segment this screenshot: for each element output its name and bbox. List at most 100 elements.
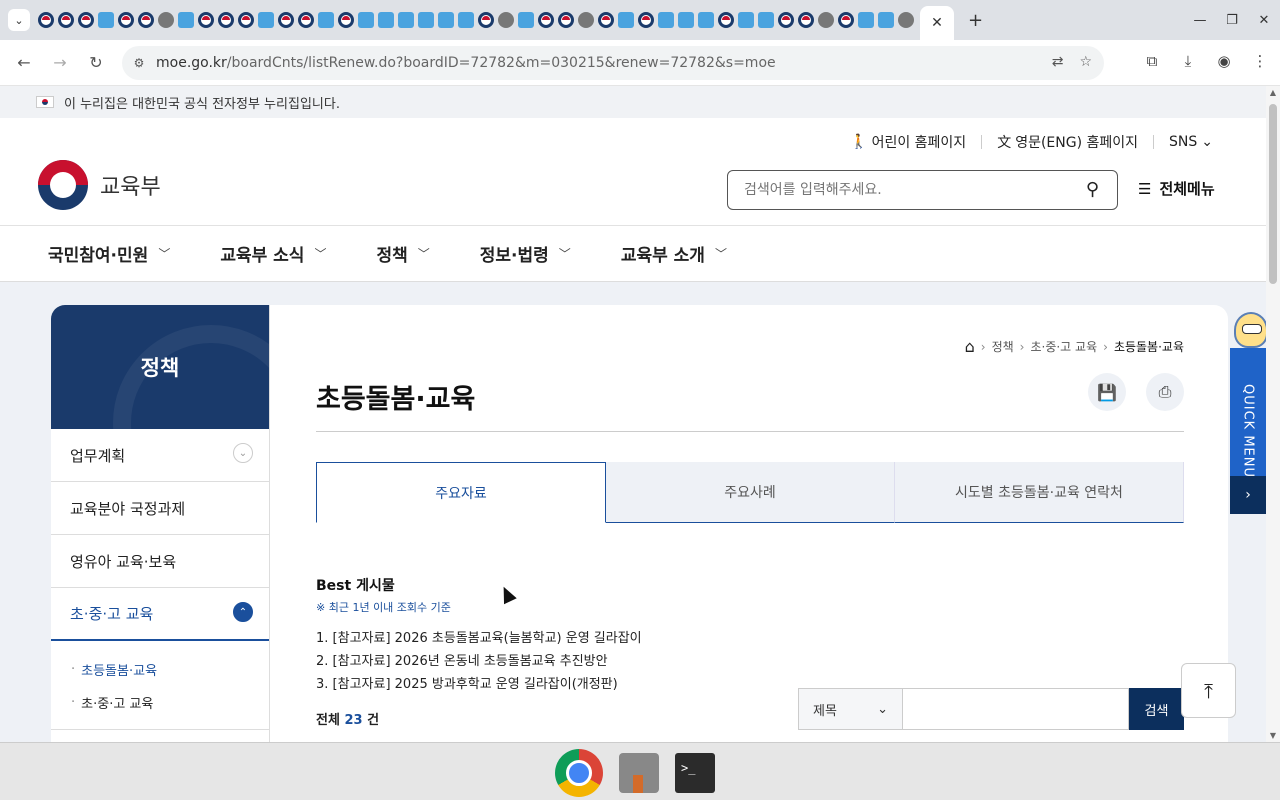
tab-favicon[interactable]: [238, 12, 254, 28]
page-scrollbar[interactable]: ▲ ▼: [1266, 86, 1280, 742]
tab-favicon[interactable]: [698, 12, 714, 28]
search-field-select[interactable]: 제목 ⌄: [798, 688, 903, 730]
tab-favicon[interactable]: [498, 12, 514, 28]
tab-favicon[interactable]: [118, 12, 134, 28]
tab-favicon[interactable]: [638, 12, 654, 28]
tab-favicon[interactable]: [218, 12, 234, 28]
gnb-item-policy[interactable]: 정책 ﹀: [376, 241, 429, 266]
close-window-icon[interactable]: ✕: [1248, 13, 1280, 28]
bookmark-star-icon[interactable]: ☆: [1079, 54, 1092, 70]
active-tab[interactable]: ✕: [920, 6, 954, 40]
best-post-link[interactable]: 1. [참고자료] 2026 초등돌봄교육(늘봄학교) 운영 길라잡이: [316, 625, 642, 648]
gnb-item-news[interactable]: 교육부 소식 ﹀: [220, 241, 326, 266]
restore-icon[interactable]: ❐: [1216, 13, 1248, 28]
terminal-icon[interactable]: >_: [675, 753, 715, 793]
tab-favicon[interactable]: [838, 12, 854, 28]
side-nav-item-k12[interactable]: 초·중·고 교육 ⌃: [51, 588, 269, 641]
tab-favicon[interactable]: [738, 12, 754, 28]
tab-favicon[interactable]: [58, 12, 74, 28]
all-menu-button[interactable]: ☰ 전체메뉴: [1138, 178, 1215, 199]
profile-icon[interactable]: ◉: [1214, 52, 1234, 70]
download-icon[interactable]: ⤓: [1178, 52, 1198, 70]
side-nav-sub-care[interactable]: 초등돌봄·교육: [71, 653, 269, 686]
tab-favicon[interactable]: [678, 12, 694, 28]
tab-favicon[interactable]: [438, 12, 454, 28]
tab-favicon[interactable]: [198, 12, 214, 28]
tool-app-icon[interactable]: [619, 753, 659, 793]
scrollbar-thumb[interactable]: [1269, 104, 1277, 284]
tab-favicon[interactable]: [358, 12, 374, 28]
side-nav-item-work-plan[interactable]: 업무계획 ⌄: [51, 429, 269, 482]
tab-search-icon[interactable]: ⌄: [8, 9, 30, 31]
save-icon[interactable]: 💾: [1088, 373, 1126, 411]
tab-favicon[interactable]: [38, 12, 54, 28]
back-icon[interactable]: ←: [6, 53, 42, 72]
tab-favicon[interactable]: [98, 12, 114, 28]
minimize-icon[interactable]: —: [1184, 13, 1216, 28]
address-bar[interactable]: ⚙ moe.go.kr/boardCnts/listRenew.do?board…: [122, 46, 1104, 80]
chevron-down-icon[interactable]: ⌄: [233, 443, 253, 463]
sns-dropdown[interactable]: SNS ⌄: [1154, 134, 1228, 150]
tab-favicon[interactable]: [538, 12, 554, 28]
home-icon[interactable]: ⌂: [965, 337, 975, 356]
breadcrumb-item[interactable]: 정책: [992, 338, 1014, 355]
print-icon[interactable]: ⎙: [1146, 373, 1184, 411]
tab-favicon[interactable]: [138, 12, 154, 28]
tab-main-cases[interactable]: 주요사례: [606, 462, 895, 523]
url-text[interactable]: moe.go.kr/boardCnts/listRenew.do?boardID…: [156, 55, 776, 71]
best-post-link[interactable]: 2. [참고자료] 2026년 온동네 초등돌봄교육 추진방안: [316, 648, 642, 671]
site-info-icon[interactable]: ⚙: [122, 56, 156, 70]
side-nav-item-national-tasks[interactable]: 교육분야 국정과제: [51, 482, 269, 535]
chrome-icon[interactable]: [555, 749, 603, 797]
tab-favicon[interactable]: [318, 12, 334, 28]
forward-icon[interactable]: →: [42, 53, 78, 72]
gov-banner-text[interactable]: 이 누리집은 대한민국 공식 전자정부 누리집입니다.: [64, 93, 340, 112]
english-homepage-link[interactable]: 文 영문(ENG) 홈페이지: [982, 132, 1153, 152]
tab-favicon[interactable]: [158, 12, 174, 28]
side-nav-sub-k12[interactable]: 초·중·고 교육: [71, 686, 269, 719]
tab-favicon[interactable]: [898, 12, 914, 28]
tab-favicon[interactable]: [618, 12, 634, 28]
tab-favicon[interactable]: [178, 12, 194, 28]
side-nav-item-early-childhood[interactable]: 영유아 교육·보육: [51, 535, 269, 588]
tab-favicon[interactable]: [818, 12, 834, 28]
tab-favicon[interactable]: [578, 12, 594, 28]
close-tab-icon[interactable]: ✕: [931, 15, 943, 31]
tab-favicon[interactable]: [398, 12, 414, 28]
tab-favicon[interactable]: [278, 12, 294, 28]
search-icon[interactable]: ⚲: [1086, 179, 1099, 200]
chevron-up-icon[interactable]: ⌃: [233, 602, 253, 622]
tab-favicon[interactable]: [458, 12, 474, 28]
tab-favicon[interactable]: [718, 12, 734, 28]
chevron-right-icon[interactable]: ›: [1230, 476, 1266, 514]
tab-favicon[interactable]: [878, 12, 894, 28]
browser-menu-icon[interactable]: ⋮: [1250, 52, 1270, 70]
tab-main-materials[interactable]: 주요자료: [316, 462, 606, 523]
tab-favicon[interactable]: [518, 12, 534, 28]
gnb-item-about[interactable]: 교육부 소개 ﹀: [621, 241, 727, 266]
tab-favicon[interactable]: [78, 12, 94, 28]
tab-favicon[interactable]: [758, 12, 774, 28]
tab-favicon[interactable]: [798, 12, 814, 28]
gnb-item-info-law[interactable]: 정보·법령 ﹀: [480, 241, 571, 266]
tab-favicon[interactable]: [558, 12, 574, 28]
search-input[interactable]: [744, 182, 1064, 198]
scroll-up-icon[interactable]: ▲: [1266, 88, 1280, 97]
new-tab-button[interactable]: +: [968, 10, 983, 31]
tab-favicon[interactable]: [598, 12, 614, 28]
tab-favicon[interactable]: [658, 12, 674, 28]
gnb-item-civil[interactable]: 국민참여·민원 ﹀: [48, 241, 170, 266]
kids-homepage-link[interactable]: 🚶 어린이 홈페이지: [835, 132, 981, 152]
tab-favicon[interactable]: [418, 12, 434, 28]
board-search-input[interactable]: [903, 688, 1129, 730]
tab-favicon[interactable]: [858, 12, 874, 28]
breadcrumb-item[interactable]: 초·중·고 교육: [1030, 338, 1097, 355]
tab-favicon[interactable]: [258, 12, 274, 28]
tab-favicon[interactable]: [338, 12, 354, 28]
scroll-to-top-button[interactable]: ⤒: [1181, 663, 1236, 718]
scroll-down-icon[interactable]: ▼: [1266, 731, 1280, 740]
site-logo[interactable]: 교육부: [38, 160, 161, 210]
board-search-button[interactable]: 검색: [1129, 688, 1184, 730]
translate-icon[interactable]: ⇄: [1052, 54, 1064, 70]
extensions-icon[interactable]: ⧉: [1142, 52, 1162, 70]
